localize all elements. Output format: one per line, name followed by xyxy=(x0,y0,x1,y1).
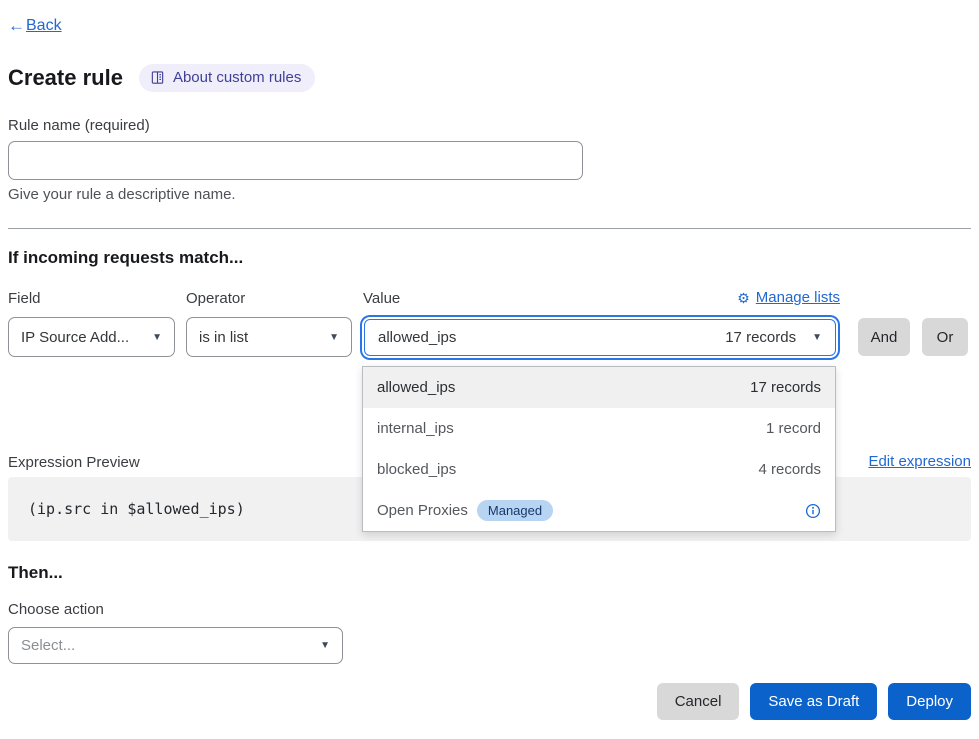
chevron-down-icon: ▼ xyxy=(320,640,330,651)
expression-code: (ip.src in $allowed_ips) xyxy=(28,500,245,518)
footer-actions: Cancel Save as Draft Deploy xyxy=(657,683,971,720)
gear-icon: ⚙ xyxy=(737,291,750,305)
deploy-button[interactable]: Deploy xyxy=(888,683,971,720)
back-label: Back xyxy=(26,17,62,35)
list-option-record-count: 4 records xyxy=(758,461,821,478)
list-option-name: allowed_ips xyxy=(377,379,455,396)
chevron-down-icon: ▼ xyxy=(329,332,339,343)
field-label: Field xyxy=(8,290,41,307)
operator-label: Operator xyxy=(186,290,245,307)
field-select[interactable]: IP Source Add... ▼ xyxy=(8,317,175,357)
rule-name-label: Rule name (required) xyxy=(8,117,150,134)
info-icon[interactable] xyxy=(805,503,821,519)
list-option-name: internal_ips xyxy=(377,420,454,437)
rule-name-input[interactable] xyxy=(8,141,583,180)
about-custom-rules-link[interactable]: About custom rules xyxy=(139,64,315,92)
section-divider xyxy=(8,228,971,229)
edit-expression-link[interactable]: Edit expression xyxy=(868,453,971,470)
value-combobox-record-count: 17 records xyxy=(725,329,796,346)
action-select-placeholder: Select... xyxy=(21,637,75,654)
match-section-heading: If incoming requests match... xyxy=(8,248,243,268)
chevron-down-icon: ▼ xyxy=(152,332,162,343)
value-combobox-text: allowed_ips xyxy=(378,329,725,346)
value-options-listbox: allowed_ips 17 records internal_ips 1 re… xyxy=(362,366,836,532)
book-icon xyxy=(150,70,165,85)
page-title: Create rule xyxy=(8,65,123,91)
save-as-draft-button[interactable]: Save as Draft xyxy=(750,683,877,720)
and-button[interactable]: And xyxy=(858,318,910,356)
manage-lists-link[interactable]: ⚙ Manage lists xyxy=(737,289,840,306)
list-option-allowed-ips[interactable]: allowed_ips 17 records xyxy=(363,367,835,408)
field-select-value: IP Source Add... xyxy=(21,329,129,346)
rule-name-helper-text: Give your rule a descriptive name. xyxy=(8,186,236,203)
chevron-down-icon[interactable]: ▼ xyxy=(812,332,822,343)
back-link[interactable]: ←Back xyxy=(8,16,62,36)
action-select[interactable]: Select... ▼ xyxy=(8,627,343,664)
list-option-open-proxies[interactable]: Open Proxies Managed xyxy=(363,490,835,531)
list-option-name: blocked_ips xyxy=(377,461,456,478)
choose-action-label: Choose action xyxy=(8,601,104,618)
list-option-blocked-ips[interactable]: blocked_ips 4 records xyxy=(363,449,835,490)
back-arrow-icon: ← xyxy=(8,16,25,36)
list-option-internal-ips[interactable]: internal_ips 1 record xyxy=(363,408,835,449)
managed-badge: Managed xyxy=(477,500,553,521)
value-label: Value xyxy=(363,290,400,307)
list-option-record-count: 1 record xyxy=(766,420,821,437)
title-row: Create rule About custom rules xyxy=(8,64,315,92)
then-section-heading: Then... xyxy=(8,563,63,583)
or-button[interactable]: Or xyxy=(922,318,968,356)
expression-preview-label: Expression Preview xyxy=(8,454,140,471)
operator-select-value: is in list xyxy=(199,329,248,346)
list-option-name: Open Proxies xyxy=(377,502,468,519)
list-option-record-count: 17 records xyxy=(750,379,821,396)
operator-select[interactable]: is in list ▼ xyxy=(186,317,352,357)
about-badge-label: About custom rules xyxy=(173,69,301,86)
cancel-button[interactable]: Cancel xyxy=(657,683,740,720)
value-combobox[interactable]: allowed_ips 17 records ▼ xyxy=(364,319,836,356)
create-rule-page: ←Back Create rule About custom rules Rul… xyxy=(0,0,979,739)
manage-lists-label: Manage lists xyxy=(756,289,840,306)
